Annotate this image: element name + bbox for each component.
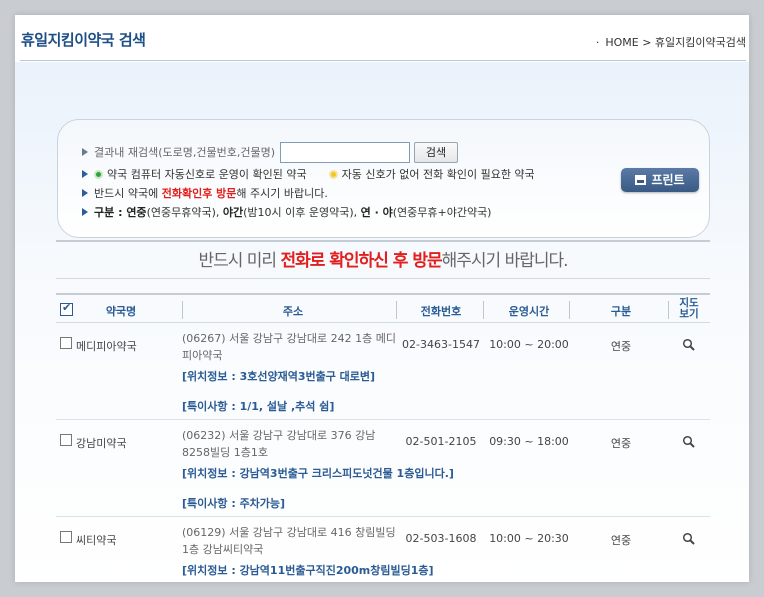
pharmacy-address: (06232) 서울 강남구 강남대로 376 강남8258빌딩 1층1호 — [182, 429, 376, 459]
header-separator — [396, 301, 397, 319]
green-dot-icon — [94, 170, 103, 179]
pharmacy-name: 강남미약국 — [76, 437, 127, 450]
search-row: 결과내 재검색(도로명,건물번호,건물명) — [82, 144, 275, 160]
pharmacy-phone: 02-3463-1547 — [402, 338, 480, 351]
header-address: 주소 — [282, 305, 304, 318]
kind-yagan-desc: (밤10시 이후 운영약국), — [243, 206, 361, 219]
pharmacy-special: [특이사항 : 주차가능] — [182, 497, 286, 510]
notice-pre: 반드시 약국에 — [94, 187, 162, 200]
search-button[interactable]: 검색 — [414, 142, 458, 163]
page-header: 휴일지킴이약국 검색 · HOME > 휴일지킴이약국검색 — [20, 15, 746, 61]
search-label: 결과내 재검색(도로명,건물번호,건물명) — [94, 146, 275, 159]
breadcrumb-current: 휴일지킴이약국검색 — [654, 36, 746, 49]
header-phone: 전화번호 — [420, 305, 462, 318]
row-checkbox[interactable] — [60, 531, 72, 543]
pharmacy-location: [위치정보 : 강남역11번출구직진200m창림빌딩1층] — [182, 564, 434, 577]
header-separator — [668, 301, 669, 319]
table-row: 씨티약국 (06129) 서울 강남구 강남대로 416 창림빌딩 1층 강남씨… — [56, 517, 710, 582]
search-input[interactable] — [280, 142, 410, 163]
kind-yeonjung-desc: (연중무휴약국), — [146, 206, 223, 219]
notice-red: 전화확인후 방문 — [161, 187, 237, 200]
divider — [56, 240, 710, 242]
yellow-dot-icon — [328, 170, 338, 179]
kind-label: 구분 : — [94, 206, 127, 219]
breadcrumb: · HOME > 휴일지킴이약국검색 — [596, 34, 746, 50]
kind-row: 구분 : 연중(연중무휴약국), 야간(밤10시 이후 운영약국), 연 · 야… — [82, 204, 491, 220]
header-separator — [182, 301, 183, 319]
pharmacy-location: [위치정보 : 3호선양재역3번출구 대로변] — [182, 370, 376, 383]
magnifier-icon[interactable] — [682, 532, 696, 546]
header-map-line2: 보기 — [679, 308, 699, 320]
header-name: 약국명 — [105, 305, 137, 318]
visit-notice: 반드시 미리 전화로 확인하신 후 방문해주시기 바랍니다. — [56, 246, 710, 271]
breadcrumb-home[interactable]: HOME — [605, 36, 638, 49]
search-panel: 결과내 재검색(도로명,건물번호,건물명) 검색 약국 컴퓨터 자동신호로 운영… — [57, 119, 710, 238]
magnifier-icon[interactable] — [682, 435, 696, 449]
notice-row: 반드시 약국에 전화확인후 방문해 주시기 바랍니다. — [82, 185, 328, 201]
pharmacy-kind: 연중 — [610, 340, 632, 353]
divider — [56, 278, 710, 279]
pharmacy-hours: 10:00 ~ 20:00 — [489, 338, 569, 351]
print-button[interactable]: 프린트 — [621, 168, 699, 192]
magnifier-icon[interactable] — [682, 338, 696, 352]
page-frame: 휴일지킴이약국 검색 · HOME > 휴일지킴이약국검색 결과내 재검색(도로명… — [15, 15, 749, 582]
pharmacy-name: 메디피아약국 — [76, 340, 137, 353]
triangle-bullet-icon — [82, 189, 88, 197]
header-kind: 구분 — [610, 305, 632, 318]
kind-yeonjung: 연중 — [126, 206, 147, 219]
pharmacy-address: (06267) 서울 강남구 강남대로 242 1층 메디피아약국 — [182, 332, 396, 362]
pharmacy-kind: 연중 — [610, 534, 632, 547]
legend-green-text: 약국 컴퓨터 자동신호로 운영이 확인된 약국 — [107, 168, 307, 181]
pharmacy-hours: 10:00 ~ 20:30 — [489, 532, 569, 545]
row-checkbox[interactable] — [60, 337, 72, 349]
notice-post: 해 주시기 바랍니다. — [236, 187, 328, 200]
table-row: 메디피아약국 (06267) 서울 강남구 강남대로 242 1층 메디피아약국… — [56, 323, 710, 420]
kind-both: 연 · 야 — [360, 206, 393, 219]
triangle-bullet-icon — [82, 208, 88, 216]
pharmacy-hours: 09:30 ~ 18:00 — [489, 435, 569, 448]
breadcrumb-separator: > — [642, 36, 652, 49]
header-hours: 운영시간 — [508, 305, 550, 318]
header-separator — [483, 301, 484, 319]
pharmacy-address: (06129) 서울 강남구 강남대로 416 창림빌딩 1층 강남씨티약국 — [182, 526, 396, 556]
pharmacy-name: 씨티약국 — [76, 534, 117, 547]
page-title: 휴일지킴이약국 검색 — [21, 31, 146, 49]
triangle-bullet-icon — [82, 148, 88, 156]
visit-notice-post: 해주시기 바랍니다. — [441, 251, 569, 271]
row-checkbox[interactable] — [60, 434, 72, 446]
table-header: 약국명 주소 전화번호 운영시간 구분 지도 보기 — [56, 293, 710, 323]
table-row: 강남미약국 (06232) 서울 강남구 강남대로 376 강남8258빌딩 1… — [56, 420, 710, 517]
pharmacy-phone: 02-503-1608 — [405, 532, 477, 545]
select-all-checkbox[interactable] — [60, 301, 73, 316]
visit-notice-highlight: 전화로 확인하신 후 방문 — [280, 251, 442, 271]
pharmacy-special: [특이사항 : 1/1, 설날 ,추석 쉼] — [182, 400, 335, 413]
main-content: 결과내 재검색(도로명,건물번호,건물명) 검색 약국 컴퓨터 자동신호로 운영… — [15, 62, 749, 582]
bullet-icon: · — [595, 36, 600, 49]
pharmacy-phone: 02-501-2105 — [405, 435, 477, 448]
kind-both-desc: (연중무휴+야간약국) — [392, 206, 492, 219]
header-separator — [569, 301, 570, 319]
visit-notice-pre: 반드시 미리 — [198, 251, 281, 271]
printer-icon — [635, 175, 647, 185]
print-label: 프린트 — [651, 173, 685, 187]
triangle-bullet-icon — [82, 170, 88, 178]
kind-yagan: 야간 — [222, 206, 244, 219]
legend-row: 약국 컴퓨터 자동신호로 운영이 확인된 약국 자동 신호가 없어 전화 확인이 … — [82, 166, 535, 182]
legend-yellow-text: 자동 신호가 없어 전화 확인이 필요한 약국 — [341, 168, 535, 181]
pharmacy-location: [위치정보 : 강남역3번출구 크리스피도넛건물 1층입니다.] — [182, 467, 454, 480]
header-map: 지도 보기 — [672, 298, 706, 320]
pharmacy-table: 약국명 주소 전화번호 운영시간 구분 지도 보기 메디피아약국 (06267)… — [56, 293, 710, 582]
pharmacy-kind: 연중 — [610, 437, 632, 450]
